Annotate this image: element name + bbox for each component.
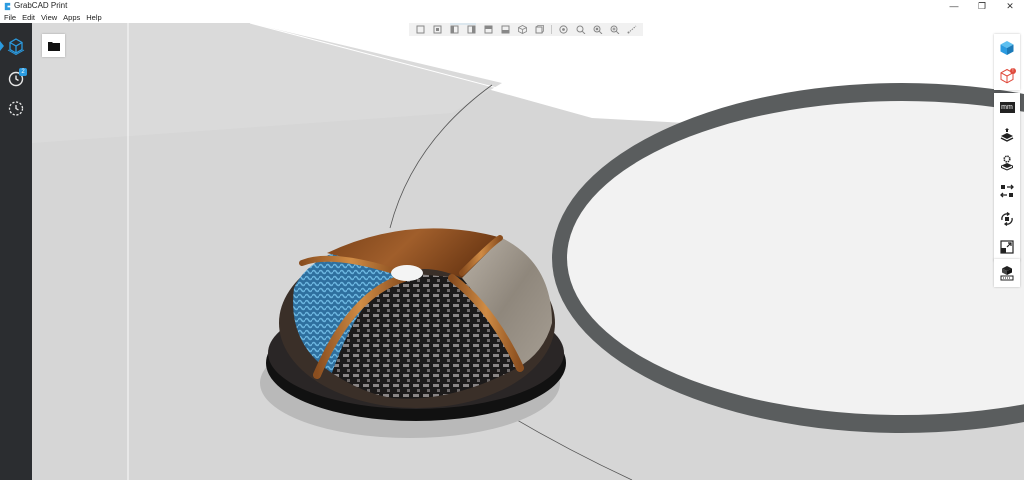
auto-orient-icon xyxy=(1000,128,1014,142)
toolbar-separator xyxy=(551,25,552,34)
close-button[interactable]: ✕ xyxy=(996,0,1024,13)
settings-cube-button[interactable] xyxy=(994,149,1020,177)
iso-cube-back-icon xyxy=(535,25,544,34)
scale-button[interactable] xyxy=(994,233,1020,261)
open-file-button[interactable] xyxy=(42,34,65,57)
measure-button[interactable] xyxy=(625,24,638,36)
folder-icon xyxy=(47,41,60,51)
move-button[interactable] xyxy=(994,177,1020,205)
right-toolbar-view-group: ! xyxy=(994,34,1020,90)
move-arrows-icon xyxy=(1000,184,1014,198)
auto-orient-button[interactable] xyxy=(994,121,1020,149)
sidebar-item-history[interactable] xyxy=(2,95,30,121)
view-bottom-icon xyxy=(501,25,510,34)
history-icon xyxy=(8,101,24,116)
view-front-button[interactable] xyxy=(414,24,427,36)
job-count-badge: 2 xyxy=(19,68,27,76)
view-back-icon xyxy=(433,25,442,34)
build-scene xyxy=(32,23,1024,480)
left-sidebar: 2 xyxy=(0,23,32,480)
menu-edit[interactable]: Edit xyxy=(19,13,38,23)
menu-bar: File Edit View Apps Help xyxy=(0,13,1024,23)
view-left-icon xyxy=(450,25,459,34)
view-top-icon xyxy=(484,25,493,34)
scale-icon xyxy=(1000,240,1014,254)
cube-on-tray-icon xyxy=(1000,266,1014,281)
right-toolbar-tools-group: mm xyxy=(994,93,1020,261)
sidebar-item-models[interactable] xyxy=(0,33,30,59)
units-button[interactable]: mm xyxy=(994,93,1020,121)
grabcad-logo-icon xyxy=(4,2,11,11)
view-left-button[interactable] xyxy=(448,24,461,36)
3d-viewport[interactable]: ! mm xyxy=(32,23,1024,480)
warning-badge: ! xyxy=(1010,68,1016,74)
menu-help[interactable]: Help xyxy=(83,13,104,23)
cube-outline-icon xyxy=(7,38,25,55)
rotate-icon xyxy=(1001,211,1013,227)
minimize-button[interactable]: — xyxy=(940,0,968,13)
measure-icon xyxy=(627,25,636,34)
model-warning-button[interactable]: ! xyxy=(994,62,1020,90)
right-toolbar-tray-group xyxy=(994,259,1020,287)
view-iso-button[interactable] xyxy=(516,24,529,36)
view-toolbar xyxy=(409,23,643,36)
view-back-button[interactable] xyxy=(431,24,444,36)
view-right-button[interactable] xyxy=(465,24,478,36)
sphere-icon xyxy=(559,25,568,34)
title-bar: GrabCAD Print — ❐ ✕ xyxy=(0,0,1024,13)
rotate-button[interactable] xyxy=(994,205,1020,233)
tray-arrange-button[interactable] xyxy=(994,259,1020,287)
window-title: GrabCAD Print xyxy=(14,1,68,10)
view-iso-back-button[interactable] xyxy=(533,24,546,36)
solid-cube-icon xyxy=(1000,41,1014,55)
add-model-button[interactable] xyxy=(994,34,1020,62)
maximize-button[interactable]: ❐ xyxy=(968,0,996,13)
menu-file[interactable]: File xyxy=(0,13,19,23)
iso-cube-icon xyxy=(518,25,527,34)
menu-view[interactable]: View xyxy=(38,13,60,23)
menu-apps[interactable]: Apps xyxy=(60,13,83,23)
zoom-all-button[interactable] xyxy=(608,24,621,36)
zoom-fit-icon xyxy=(576,25,585,34)
zoom-fit-button[interactable] xyxy=(574,24,587,36)
gear-cube-icon xyxy=(1001,155,1013,171)
sidebar-item-job-queue[interactable]: 2 xyxy=(2,65,30,91)
view-right-icon xyxy=(467,25,476,34)
units-label: mm xyxy=(999,101,1015,113)
view-bottom-button[interactable] xyxy=(499,24,512,36)
zoom-selected-button[interactable] xyxy=(591,24,604,36)
render-mode-button[interactable] xyxy=(557,24,570,36)
zoom-all-icon xyxy=(610,25,619,34)
view-front-icon xyxy=(416,25,425,34)
view-top-button[interactable] xyxy=(482,24,495,36)
zoom-selection-icon xyxy=(593,25,602,34)
window-controls: — ❐ ✕ xyxy=(940,0,1024,13)
